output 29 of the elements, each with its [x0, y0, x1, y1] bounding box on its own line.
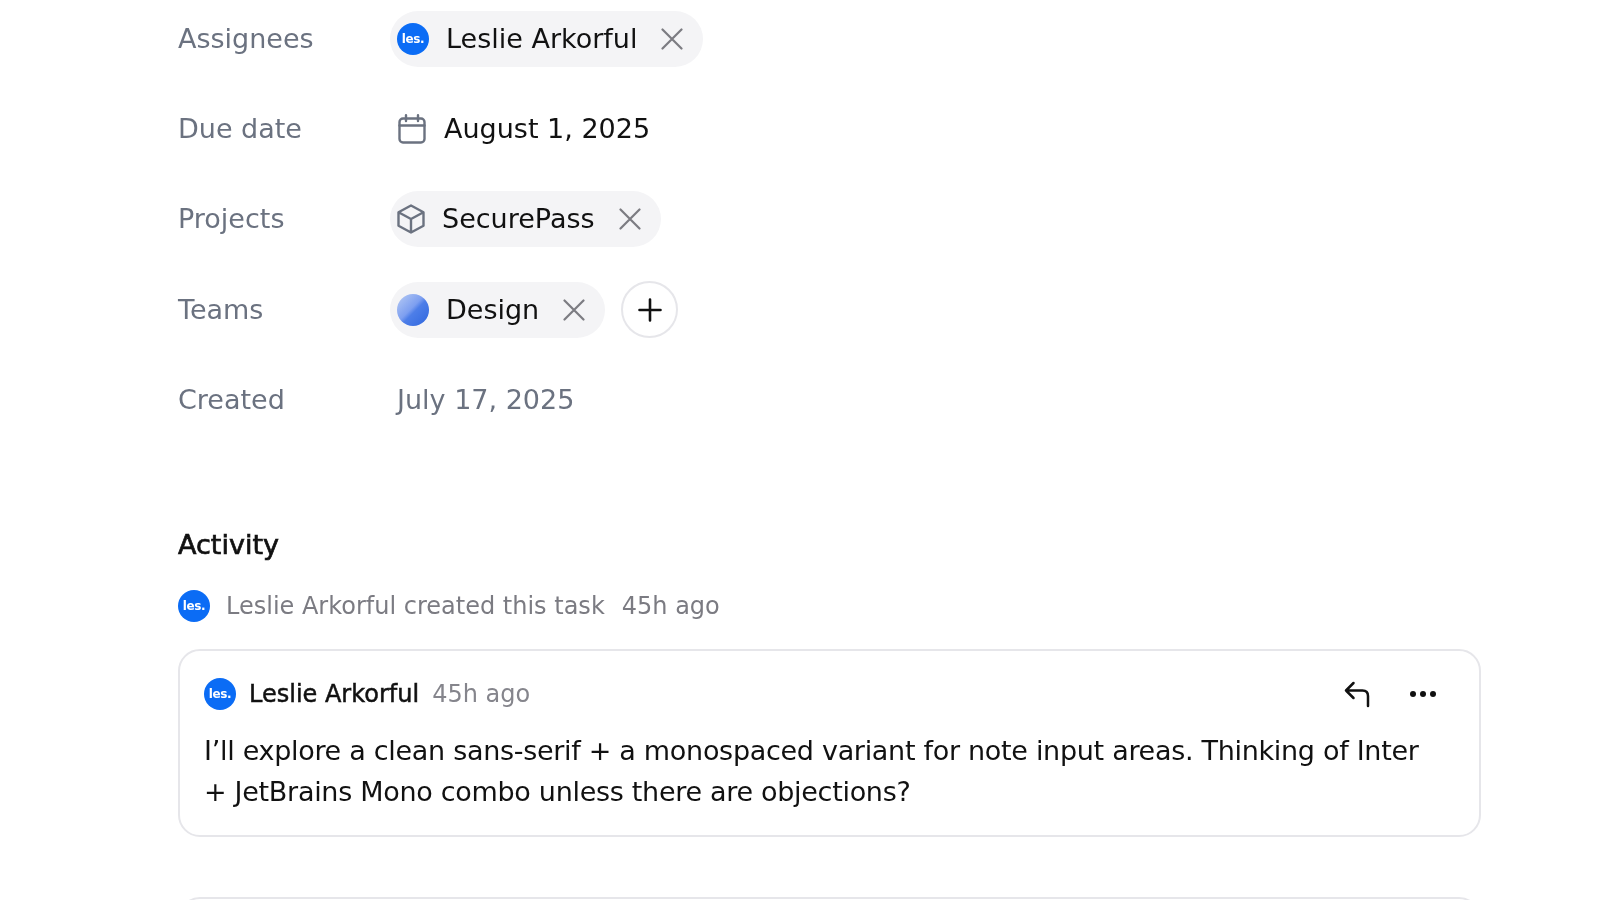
field-label: Teams	[178, 292, 265, 327]
chip-label: SecurePass	[442, 202, 595, 236]
chip-label: Leslie Arkorful	[446, 22, 638, 56]
field-label: Due date	[178, 112, 303, 146]
close-icon[interactable]	[661, 28, 684, 50]
cube-icon	[397, 204, 425, 234]
user-avatar: les.	[178, 590, 210, 622]
close-icon[interactable]	[618, 208, 641, 230]
field-label: Assignees	[178, 22, 315, 56]
chip-label: Design	[446, 292, 540, 327]
user-avatar: les.	[397, 23, 429, 55]
field-value: July 17, 2025	[394, 383, 575, 417]
user-avatar: les.	[204, 678, 236, 710]
plus-icon	[637, 297, 662, 322]
calendar-icon	[398, 114, 426, 144]
author-name: Leslie Arkorful	[249, 679, 420, 710]
comment-text: I’ll explore a clean sans-serif + a monospaced variant for note input areas. Thinking of Inter + JetBrains Mono combo unless there are objections?	[204, 734, 1420, 809]
close-icon[interactable]	[563, 298, 586, 321]
add-button[interactable]	[621, 281, 679, 338]
section-heading: Activity	[178, 528, 280, 562]
date-value: August 1, 2025	[444, 112, 651, 146]
reply-icon[interactable]	[1344, 680, 1370, 708]
timestamp: 45h ago	[432, 679, 531, 710]
field-label: Projects	[178, 202, 286, 236]
timestamp: 45h ago	[621, 591, 720, 622]
more-icon[interactable]	[1410, 691, 1436, 697]
activity-text: Leslie Arkorful created this task	[226, 591, 605, 622]
field-label: Created	[178, 383, 286, 417]
team-icon	[397, 293, 429, 326]
